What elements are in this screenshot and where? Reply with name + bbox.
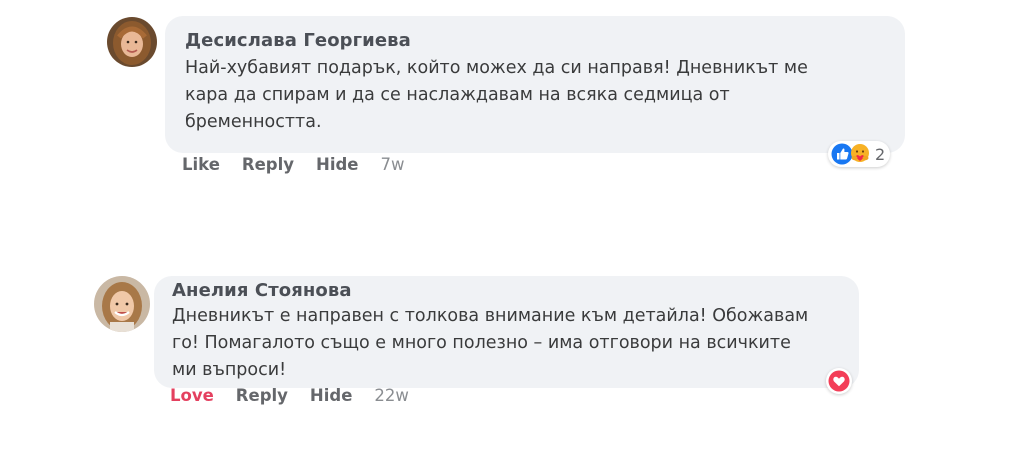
like-button[interactable]: Like xyxy=(182,155,220,174)
comment-text-line: Дневникът е направен с толкова внимание … xyxy=(172,306,809,326)
reaction-count: 2 xyxy=(875,144,886,164)
comment-text-line: ми въпроси! xyxy=(172,360,287,380)
comment-bubble: Анелия Стоянова Дневникът е направен с т… xyxy=(154,276,859,388)
comment-text-line: го! Помагалото също е много полезно – им… xyxy=(172,333,791,353)
comment-timestamp[interactable]: 7w xyxy=(380,155,404,174)
comment-timestamp[interactable]: 22w xyxy=(374,386,409,405)
reply-button[interactable]: Reply xyxy=(236,386,288,405)
comment-text-line: Най-хубавият подарък, който можех да си … xyxy=(185,58,808,78)
comment-text-line: бременността. xyxy=(185,112,322,132)
care-icon xyxy=(849,143,871,165)
reactions-summary[interactable] xyxy=(826,368,852,394)
love-button[interactable]: Love xyxy=(170,386,214,405)
comment-author[interactable]: Анелия Стоянова xyxy=(172,280,841,301)
comment-text: Най-хубавият подарък, който можех да си … xyxy=(185,55,885,136)
comment-actions: Love Reply Hide 22w xyxy=(170,386,431,405)
love-icon xyxy=(828,370,850,392)
comment-author[interactable]: Десислава Георгиева xyxy=(185,30,885,51)
reply-button[interactable]: Reply xyxy=(242,155,294,174)
hide-button[interactable]: Hide xyxy=(310,386,352,405)
reactions-summary[interactable]: 2 xyxy=(828,141,891,167)
comment-actions: Like Reply Hide 7w xyxy=(182,155,426,174)
avatar[interactable] xyxy=(94,276,150,332)
comment-text-line: кара да спирам и да се наслаждавам на вс… xyxy=(185,85,730,105)
hide-button[interactable]: Hide xyxy=(316,155,358,174)
comment-text: Дневникът е направен с толкова внимание … xyxy=(172,303,841,384)
avatar[interactable] xyxy=(107,17,157,67)
comment-bubble: Десислава Георгиева Най-хубавият подарък… xyxy=(165,16,905,153)
